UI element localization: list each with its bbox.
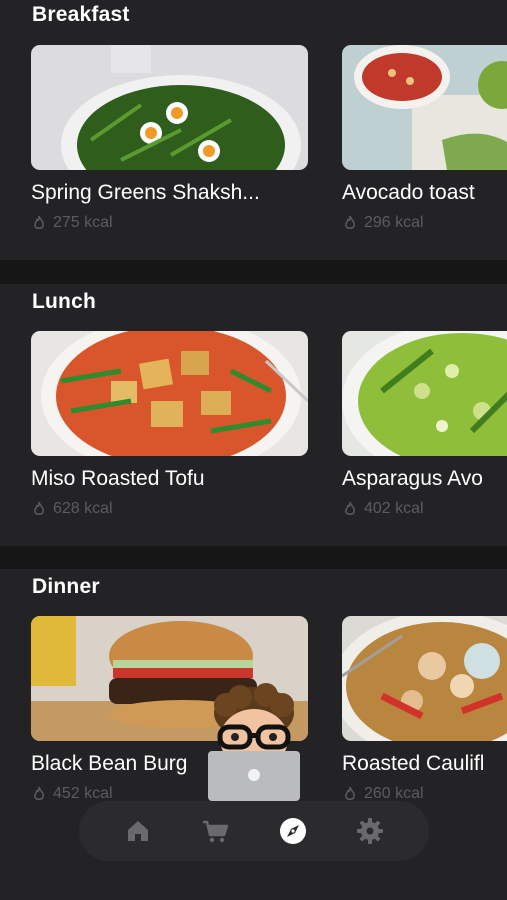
recipe-title: Asparagus Avo [342,467,483,490]
flame-icon [345,215,355,229]
recipe-title: Avocado toast [342,181,475,204]
recipe-image [31,331,308,456]
flame-icon [34,501,44,515]
home-icon [127,821,148,841]
nav-cart[interactable] [195,811,235,851]
calorie-info: 402 kcal [342,500,507,518]
calorie-info: 628 kcal [31,500,308,518]
calorie-value: 402 kcal [364,500,424,517]
recipe-image [342,45,507,170]
flame-icon [345,501,355,515]
recipe-title: Spring Greens Shaksh... [31,181,260,204]
recipe-card[interactable]: Asparagus Avo 402 kcal [342,331,507,518]
recipe-image [342,616,507,741]
calorie-info: 275 kcal [31,214,308,232]
recipe-card[interactable]: Miso Roasted Tofu 628 kcal [31,331,308,518]
calorie-value: 628 kcal [53,500,113,517]
calorie-value: 452 kcal [53,785,113,802]
nav-settings[interactable] [350,811,390,851]
flame-icon [345,786,355,800]
cart-icon [203,820,229,843]
bottom-nav [79,801,429,861]
nav-home[interactable] [118,811,158,851]
flame-icon [34,215,44,229]
recipe-image [342,331,507,456]
calorie-value: 275 kcal [53,214,113,231]
flame-icon [34,786,44,800]
calorie-value: 296 kcal [364,214,424,231]
avatar [206,683,302,801]
section-title: Breakfast [32,3,130,26]
nav-explore[interactable] [273,811,313,851]
calorie-info: 296 kcal [342,214,507,232]
section-title: Dinner [32,575,100,598]
section-title: Lunch [32,290,96,313]
compass-icon [279,818,306,844]
recipe-title: Miso Roasted Tofu [31,467,205,490]
recipe-title: Roasted Caulifl [342,752,485,775]
recipe-image [31,45,308,170]
gear-icon [357,818,384,844]
lunch-section: Lunch Miso Roasted Tofu 628 kcal Asparag… [0,284,507,546]
recipe-card[interactable]: Spring Greens Shaksh... 275 kcal [31,45,308,232]
recipe-card[interactable]: Roasted Caulifl 260 kcal [342,616,507,803]
recipe-card[interactable]: Avocado toast 296 kcal [342,45,507,232]
breakfast-section: Breakfast Spring Greens Shaksh... 275 kc… [0,0,507,260]
